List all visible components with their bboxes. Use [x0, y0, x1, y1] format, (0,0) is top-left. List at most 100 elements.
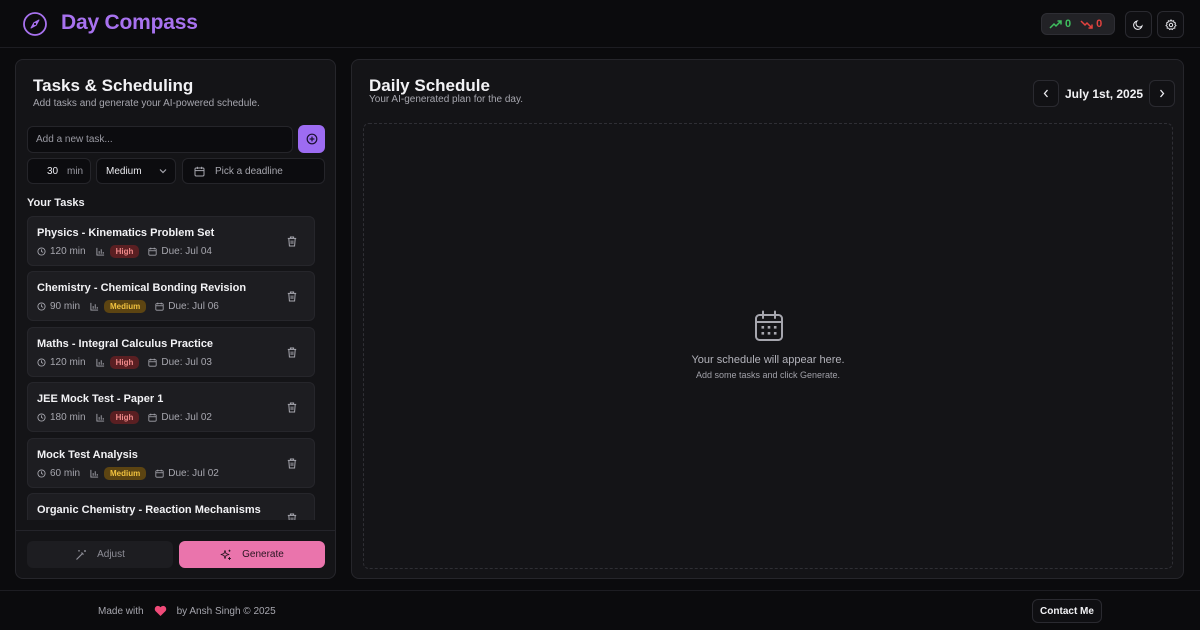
app-title: Day Compass: [61, 11, 198, 34]
priority-badge: High: [109, 245, 140, 258]
task-due: Due: Jul 04: [148, 246, 212, 257]
trending-up-icon: [1049, 19, 1062, 29]
task-due: Due: Jul 02: [148, 412, 212, 423]
chevron-down-icon: [159, 169, 167, 174]
priority-select[interactable]: Medium: [96, 158, 176, 184]
calendar-icon: [148, 247, 157, 256]
task-card[interactable]: Organic Chemistry - Reaction Mechanisms: [27, 493, 315, 520]
priority-badge: High: [109, 356, 140, 369]
chevron-right-icon: [1160, 89, 1165, 98]
calendar-icon: [148, 358, 157, 367]
delete-task-button[interactable]: [287, 402, 297, 413]
trash-icon: [287, 513, 297, 520]
delete-task-button[interactable]: [287, 236, 297, 247]
theme-toggle-button[interactable]: [1125, 11, 1152, 38]
schedule-panel-subtitle: Your AI-generated plan for the day.: [369, 94, 523, 105]
calendar-icon: [754, 310, 784, 342]
priority-badge: Medium: [104, 300, 147, 313]
stats-badge[interactable]: 0 0: [1041, 13, 1115, 35]
clock-icon: [37, 247, 46, 256]
delete-task-button[interactable]: [287, 291, 297, 302]
app-header: Day Compass 0 0: [0, 0, 1200, 48]
compass-icon[interactable]: [22, 11, 48, 37]
author-text: by Ansh Singh © 2025: [176, 605, 276, 617]
settings-button[interactable]: [1157, 11, 1184, 38]
trash-icon: [287, 236, 297, 247]
next-day-button[interactable]: [1149, 80, 1176, 107]
task-card[interactable]: Mock Test Analysis 60 min Medium Due: Ju…: [27, 438, 315, 488]
delete-task-button[interactable]: [287, 347, 297, 358]
task-title: Maths - Integral Calculus Practice: [37, 338, 214, 350]
task-title: Chemistry - Chemical Bonding Revision: [37, 282, 247, 294]
trash-icon: [287, 458, 297, 469]
sparkles-icon: [220, 549, 232, 560]
previous-day-button[interactable]: [1033, 80, 1059, 107]
schedule-panel: Daily Schedule Your AI-generated plan fo…: [351, 59, 1184, 579]
calendar-icon: [148, 413, 157, 422]
made-with-text: Made with: [98, 605, 144, 617]
date-navigator: July 1st, 2025: [1033, 80, 1176, 107]
task-meta: 120 min High Due: Jul 04: [37, 245, 212, 258]
task-due: Due: Jul 03: [148, 357, 212, 368]
bar-chart-icon: [96, 358, 104, 367]
delete-task-button[interactable]: [287, 458, 297, 469]
clock-icon: [37, 302, 46, 311]
task-duration: 120 min: [37, 246, 86, 257]
trending-down-icon: [1080, 19, 1093, 29]
task-title: JEE Mock Test - Paper 1: [37, 393, 164, 405]
magic-wand-icon: [76, 549, 87, 560]
task-priority: High: [96, 356, 140, 369]
missed-count: 0: [1096, 18, 1103, 30]
footer-credit: Made with by Ansh Singh © 2025: [98, 605, 276, 617]
delete-task-button[interactable]: [287, 513, 297, 520]
app-footer: Made with by Ansh Singh © 2025 Contact M…: [0, 590, 1200, 630]
priority-badge: Medium: [104, 467, 147, 480]
add-task-button[interactable]: [298, 125, 325, 153]
empty-state-subtitle: Add some tasks and click Generate.: [695, 370, 841, 380]
trash-icon: [287, 347, 297, 358]
new-task-input[interactable]: [27, 126, 293, 153]
task-card[interactable]: Physics - Kinematics Problem Set 120 min…: [27, 216, 315, 266]
heart-icon: [154, 605, 166, 616]
deadline-placeholder: Pick a deadline: [215, 166, 283, 177]
clock-icon: [37, 413, 46, 422]
completed-stat: 0: [1049, 18, 1071, 30]
bar-chart-icon: [96, 247, 104, 256]
calendar-icon: [155, 302, 164, 311]
task-title: Mock Test Analysis: [37, 449, 138, 461]
task-duration: 120 min: [37, 357, 86, 368]
task-priority: Medium: [90, 467, 147, 480]
generate-label: Generate: [242, 549, 284, 560]
task-meta: 120 min High Due: Jul 03: [37, 356, 212, 369]
gear-icon: [1164, 18, 1177, 30]
deadline-picker[interactable]: Pick a deadline: [182, 158, 325, 184]
divider: [16, 530, 335, 531]
contact-button[interactable]: Contact Me: [1032, 599, 1102, 623]
clock-icon: [37, 358, 46, 367]
task-meta: 180 min High Due: Jul 02: [37, 411, 212, 424]
task-card[interactable]: Maths - Integral Calculus Practice 120 m…: [27, 327, 315, 377]
plus-circle-icon: [306, 133, 317, 145]
tasks-panel-subtitle: Add tasks and generate your AI-powered s…: [33, 98, 260, 109]
calendar-icon: [155, 469, 164, 478]
priority-badge: High: [109, 411, 140, 424]
task-priority: High: [96, 411, 140, 424]
chevron-left-icon: [1043, 89, 1048, 98]
empty-state-title: Your schedule will appear here.: [691, 354, 845, 366]
task-list: Physics - Kinematics Problem Set 120 min…: [27, 216, 317, 520]
duration-unit: min: [67, 166, 84, 177]
bar-chart-icon: [96, 413, 104, 422]
task-title: Physics - Kinematics Problem Set: [37, 227, 215, 239]
trash-icon: [287, 291, 297, 302]
task-priority: Medium: [90, 300, 147, 313]
task-due: Due: Jul 02: [155, 468, 219, 479]
completed-count: 0: [1065, 18, 1072, 30]
task-card[interactable]: Chemistry - Chemical Bonding Revision 90…: [27, 271, 315, 321]
tasks-panel-title: Tasks & Scheduling: [33, 76, 194, 95]
duration-input[interactable]: 30 min: [27, 158, 91, 184]
clock-icon: [37, 469, 46, 478]
generate-button[interactable]: Generate: [179, 541, 325, 568]
task-title: Organic Chemistry - Reaction Mechanisms: [37, 504, 261, 516]
task-card[interactable]: JEE Mock Test - Paper 1 180 min High Due…: [27, 382, 315, 432]
adjust-button[interactable]: Adjust: [27, 541, 173, 568]
